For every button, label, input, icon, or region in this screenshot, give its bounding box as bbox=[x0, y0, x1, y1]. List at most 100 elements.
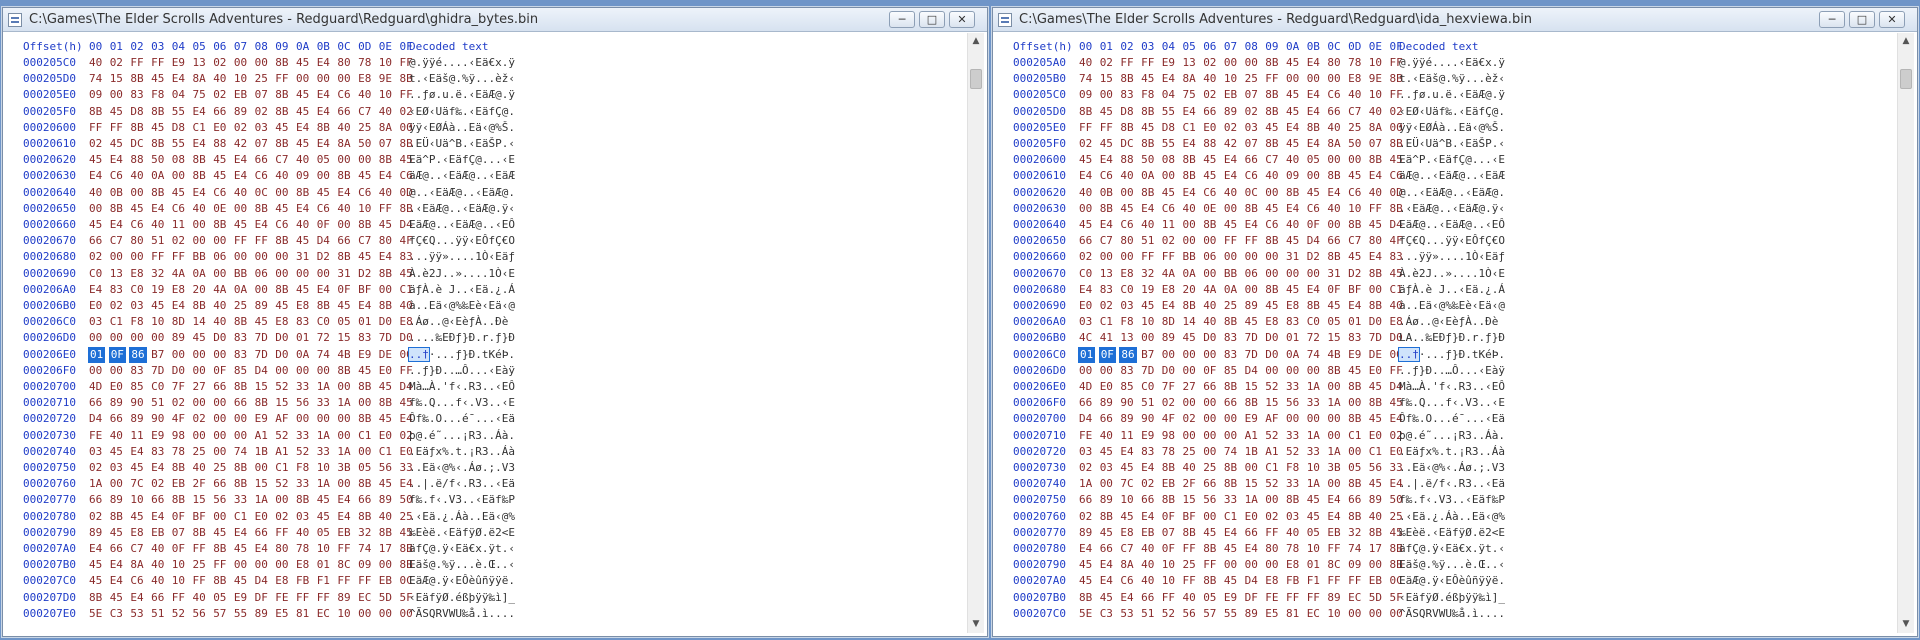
hex-byte[interactable]: 10 bbox=[317, 541, 330, 557]
hex-byte[interactable]: 10 bbox=[317, 460, 330, 476]
hex-byte[interactable]: 45 bbox=[213, 152, 226, 168]
hex-byte[interactable]: 45 bbox=[1369, 379, 1382, 395]
selected-byte[interactable]: 86 bbox=[1119, 346, 1137, 363]
hex-byte[interactable]: 66 bbox=[89, 492, 102, 508]
hex-row[interactable]: 00020690 C0 13 E8 32 4A 0A 00 BB 06 00 00 00 31 D2 8B 45… bbox=[6, 266, 946, 282]
hex-byte[interactable]: 72 bbox=[317, 330, 330, 346]
hex-byte[interactable]: D0 bbox=[1265, 347, 1278, 363]
hex-byte[interactable]: 89 bbox=[89, 525, 102, 541]
hex-byte[interactable]: 40 bbox=[1203, 314, 1216, 330]
hex-byte[interactable]: 89 bbox=[172, 330, 185, 346]
hex-byte[interactable]: 8B bbox=[358, 379, 371, 395]
hex-byte[interactable]: 66 bbox=[1203, 104, 1216, 120]
hex-byte[interactable]: 52 bbox=[1286, 444, 1299, 460]
hex-byte[interactable]: F8 bbox=[151, 87, 164, 103]
hex-byte[interactable]: FF bbox=[1183, 573, 1196, 589]
hex-byte[interactable]: E0 bbox=[1203, 120, 1216, 136]
hex-byte[interactable]: 20 bbox=[1183, 282, 1196, 298]
hex-byte[interactable]: E4 bbox=[234, 168, 247, 184]
hex-byte[interactable]: 8B bbox=[213, 541, 226, 557]
hex-byte[interactable]: 19 bbox=[151, 282, 164, 298]
hex-byte[interactable]: FF bbox=[1327, 573, 1340, 589]
hex-byte[interactable]: FF bbox=[1265, 71, 1278, 87]
hex-byte[interactable]: E4 bbox=[193, 104, 206, 120]
hex-byte[interactable]: A1 bbox=[1245, 428, 1258, 444]
hex-byte[interactable]: 1A bbox=[337, 444, 350, 460]
hex-byte[interactable]: E4 bbox=[1079, 282, 1092, 298]
hex-row[interactable]: 000205C0 09 00 83 F8 04 75 02 EB 07 8B 45 E4 C6 40 10 FF… bbox=[996, 87, 1914, 103]
hex-byte[interactable]: 02 bbox=[1079, 249, 1092, 265]
decoded-text[interactable]: EäÆ@.ÿ‹EÔèûñÿÿë. bbox=[409, 573, 515, 589]
hex-byte[interactable]: E4 bbox=[1286, 120, 1299, 136]
hex-byte[interactable]: 75 bbox=[1183, 87, 1196, 103]
hex-byte[interactable]: 90 bbox=[1120, 395, 1133, 411]
hex-byte[interactable]: 45 bbox=[1120, 460, 1133, 476]
hex-byte[interactable]: E4 bbox=[193, 136, 206, 152]
decoded-text[interactable]: ..ƒø.u.ë.‹EäÆ@.ÿ bbox=[1399, 87, 1505, 103]
hex-byte[interactable]: 15 bbox=[1245, 476, 1258, 492]
hex-byte[interactable]: C0 bbox=[1120, 282, 1133, 298]
hex-byte[interactable]: 09 bbox=[358, 557, 371, 573]
hex-byte[interactable]: 52 bbox=[275, 476, 288, 492]
hex-byte[interactable]: 45 bbox=[193, 330, 206, 346]
hex-byte[interactable]: 25 bbox=[193, 444, 206, 460]
hex-byte[interactable]: C6 bbox=[1203, 185, 1216, 201]
hex-byte[interactable]: 4F bbox=[172, 411, 185, 427]
hex-row[interactable]: 00020750 02 03 45 E4 8B 40 25 8B 00 C1 F8 10 3B 05 56 33… bbox=[6, 460, 946, 476]
hex-byte[interactable]: E0 bbox=[379, 428, 392, 444]
hex-byte[interactable]: 09 bbox=[296, 168, 309, 184]
hex-byte[interactable]: 45 bbox=[1307, 492, 1320, 508]
hex-byte[interactable]: C1 bbox=[1348, 428, 1361, 444]
hex-byte[interactable]: 02 bbox=[234, 120, 247, 136]
hex-byte[interactable]: 83 bbox=[234, 330, 247, 346]
hex-byte[interactable]: 00 bbox=[358, 395, 371, 411]
hex-byte[interactable]: 10 bbox=[1307, 460, 1320, 476]
hex-byte[interactable]: 00 bbox=[1245, 55, 1258, 71]
decoded-text[interactable]: ..ƒ}Ð..…Ô...‹Eàÿ bbox=[409, 363, 515, 379]
hex-byte[interactable]: 45 bbox=[1286, 282, 1299, 298]
hex-byte[interactable]: 15 bbox=[337, 330, 350, 346]
hex-byte[interactable]: 13 bbox=[1183, 55, 1196, 71]
decoded-text[interactable]: f‰.Q...f‹.V3..‹E bbox=[1399, 395, 1505, 411]
hex-byte[interactable]: EB bbox=[1369, 573, 1382, 589]
hex-byte[interactable]: FF bbox=[1120, 55, 1133, 71]
hex-byte[interactable]: E4 bbox=[1141, 509, 1154, 525]
hex-byte[interactable]: 89 bbox=[1079, 525, 1092, 541]
hex-byte[interactable]: 7F bbox=[172, 379, 185, 395]
hex-byte[interactable]: 00 bbox=[172, 168, 185, 184]
hex-byte[interactable]: 40 bbox=[1224, 185, 1237, 201]
hex-byte[interactable]: 89 bbox=[337, 590, 350, 606]
hex-byte[interactable]: 8B bbox=[1265, 282, 1278, 298]
hex-row[interactable]: 000206B0 E0 02 03 45 E4 8B 40 25 89 45 E8 8B 45 E4 8B 40… bbox=[6, 298, 946, 314]
hex-byte[interactable]: 74 bbox=[1224, 444, 1237, 460]
hex-byte[interactable]: 52 bbox=[1265, 476, 1278, 492]
hex-byte[interactable]: 05 bbox=[1307, 152, 1320, 168]
hex-byte[interactable]: 27 bbox=[1183, 379, 1196, 395]
hex-byte[interactable]: 15 bbox=[1265, 395, 1278, 411]
hex-byte[interactable]: C0 bbox=[151, 379, 164, 395]
hex-byte[interactable]: 00 bbox=[1224, 557, 1237, 573]
hex-byte[interactable]: 00 bbox=[213, 444, 226, 460]
hex-row[interactable]: 00020720 03 45 E4 83 78 25 00 74 1B A1 52 33 1A 00 C1 E0… bbox=[996, 444, 1914, 460]
decoded-text[interactable]: ..Eä‹@%‹.Áø.;.V3 bbox=[1399, 460, 1505, 476]
hex-row[interactable]: 00020660 45 E4 C6 40 11 00 8B 45 E4 C6 40 0F 00 8B 45 D4… bbox=[6, 217, 946, 233]
hex-byte[interactable]: 45 bbox=[110, 590, 123, 606]
hex-byte[interactable]: 66 bbox=[1100, 411, 1113, 427]
hex-byte[interactable]: 4A bbox=[1162, 266, 1175, 282]
hex-byte[interactable]: 89 bbox=[255, 606, 268, 622]
hex-byte[interactable]: 78 bbox=[1162, 444, 1175, 460]
hex-byte[interactable]: FF bbox=[1327, 541, 1340, 557]
hex-byte[interactable]: 55 bbox=[172, 104, 185, 120]
hex-byte[interactable]: 0F bbox=[1307, 217, 1320, 233]
hex-byte[interactable]: EB bbox=[1224, 87, 1237, 103]
hex-byte[interactable]: BF bbox=[1183, 509, 1196, 525]
hex-byte[interactable]: E4 bbox=[172, 298, 185, 314]
hex-byte[interactable]: 02 bbox=[1079, 509, 1092, 525]
hex-byte[interactable]: 13 bbox=[193, 55, 206, 71]
hex-byte[interactable]: E9 bbox=[358, 347, 371, 363]
hex-byte[interactable]: 85 bbox=[234, 363, 247, 379]
hex-byte[interactable]: D4 bbox=[89, 411, 102, 427]
hex-byte[interactable]: 8B bbox=[213, 573, 226, 589]
hex-byte[interactable]: E4 bbox=[1100, 152, 1113, 168]
hex-byte[interactable]: 66 bbox=[89, 395, 102, 411]
